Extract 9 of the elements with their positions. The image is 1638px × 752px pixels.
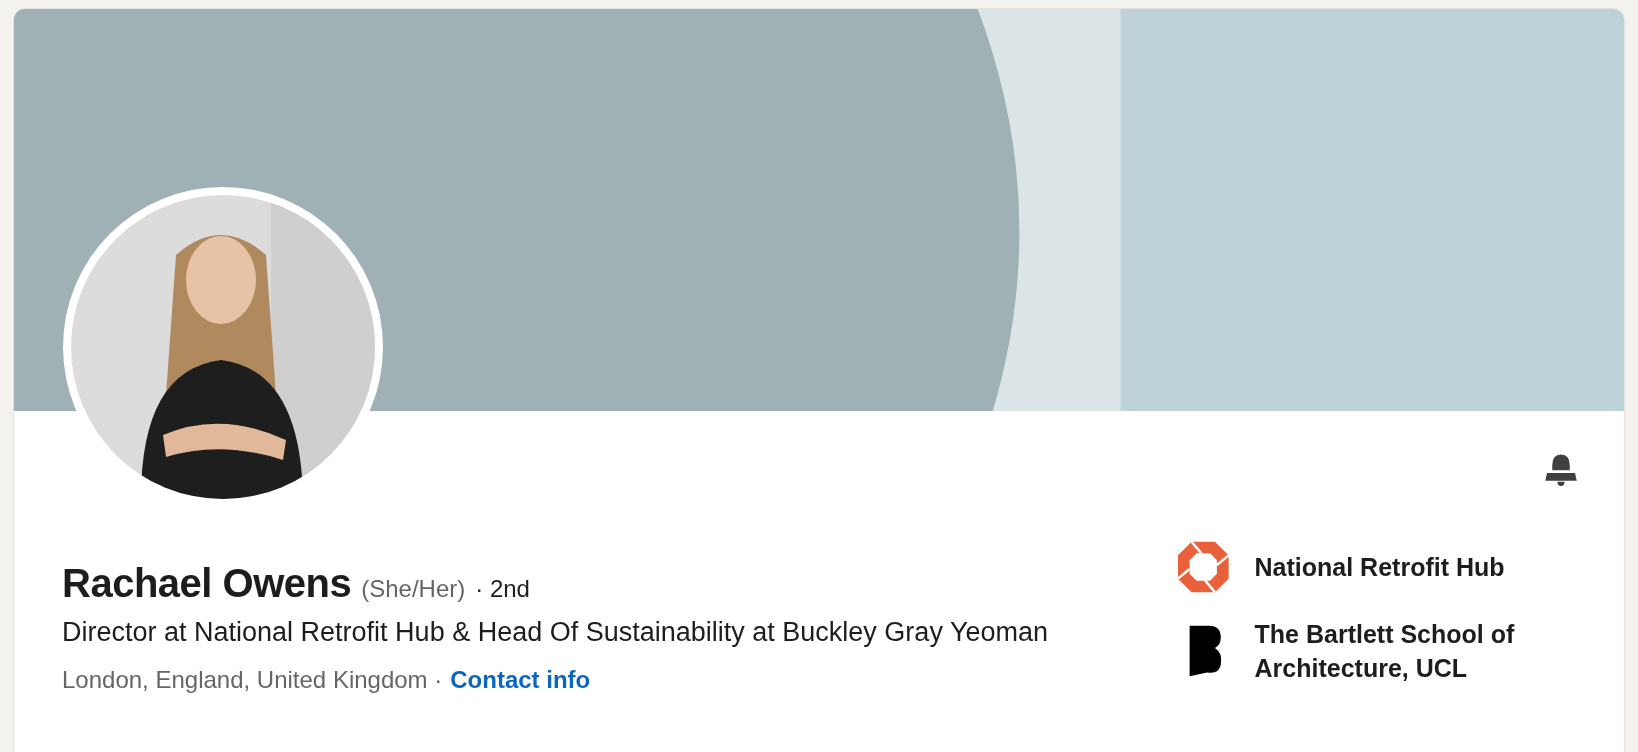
contact-info-link[interactable]: Contact info [450, 666, 591, 694]
profile-headline: Director at National Retrofit Hub & Head Of Sustainability at Buckley Gray Yeoman [62, 616, 1049, 649]
affiliation-name[interactable]: The Bartlett School of Architecture, UCL [1254, 617, 1576, 685]
location: London, England, United Kingdom · [62, 666, 443, 694]
profile-name: Rachael Owens [62, 561, 352, 606]
affiliation-name[interactable]: National Retrofit Hub [1254, 550, 1576, 584]
connection-degree: · 2nd [475, 575, 530, 603]
hexagon-ring-icon [1176, 539, 1231, 595]
pronouns: (She/Her) [361, 575, 466, 603]
